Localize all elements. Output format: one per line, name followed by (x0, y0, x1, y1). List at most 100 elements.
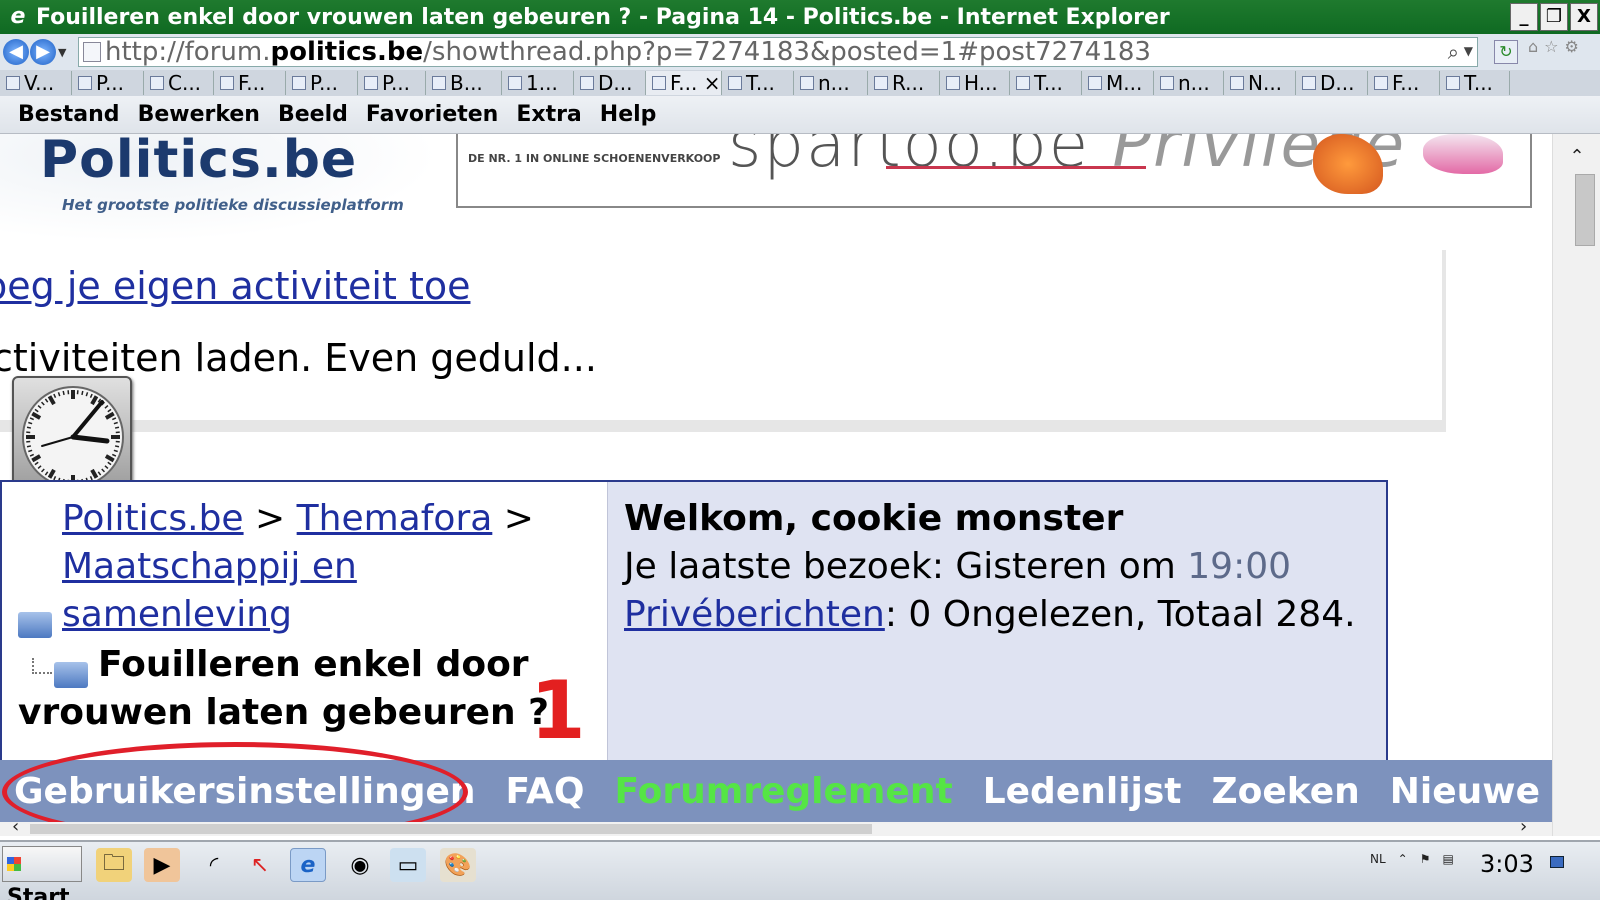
page-icon (508, 76, 522, 90)
favorite-label: R... (892, 71, 925, 95)
menu-favorieten[interactable]: Favorieten (366, 102, 498, 127)
favorite-label: P... (382, 71, 411, 95)
favorite-item[interactable]: V... (0, 71, 72, 95)
refresh-button[interactable]: ↻ (1494, 40, 1518, 64)
forward-button[interactable]: ▶ (30, 39, 56, 65)
media-player-icon[interactable]: ▶ (144, 848, 180, 882)
wiki-icon (946, 76, 960, 90)
menu-help[interactable]: Help (600, 102, 657, 127)
faq-link[interactable]: FAQ (506, 771, 585, 812)
favorite-item[interactable]: R... (868, 71, 940, 95)
breadcrumb-forum-link[interactable]: Themafora (297, 498, 493, 539)
favorite-item[interactable]: F... × (646, 71, 722, 95)
tray-expand-icon[interactable]: ⌃ (1398, 852, 1408, 866)
menu-beeld[interactable]: Beeld (278, 102, 348, 127)
scroll-up-icon[interactable]: ⌃ (1553, 146, 1600, 167)
favorite-label: T... (1034, 71, 1063, 95)
breadcrumb-root-link[interactable]: Politics.be (62, 498, 244, 539)
breadcrumb-subforum-link-part1[interactable]: Maatschappij en (62, 546, 357, 587)
page-icon (728, 76, 742, 90)
minimize-button[interactable]: _ (1510, 3, 1538, 31)
paint-icon[interactable]: 🎨 (440, 848, 476, 882)
close-button[interactable]: X (1570, 3, 1598, 31)
history-dropdown-icon[interactable]: ▼ (58, 46, 66, 59)
taskbar-clock[interactable]: 3:03 (1480, 850, 1534, 878)
o-icon (1230, 76, 1244, 90)
clock-gadget[interactable] (12, 376, 132, 496)
add-activity-link[interactable]: oeg je eigen activiteit toe (0, 264, 470, 308)
horizontal-scroll-thumb[interactable] (30, 824, 872, 834)
start-button[interactable]: Start (2, 846, 82, 900)
webcam-icon[interactable]: ◉ (342, 848, 378, 882)
restore-button[interactable]: ❐ (1540, 3, 1568, 31)
favorite-item[interactable]: T... (1010, 71, 1082, 95)
favorite-label: F... (1392, 71, 1420, 95)
new-posts-link[interactable]: Nieuwe berichten (1390, 771, 1552, 812)
favorite-item[interactable]: n... (794, 71, 868, 95)
page-icon (6, 76, 20, 90)
page-viewport: Politics.be Het grootste politieke discu… (0, 134, 1552, 836)
banner-brand-name: spartoo.be (728, 134, 1091, 182)
favorite-item[interactable]: n... (1154, 71, 1224, 95)
search-link[interactable]: Zoeken (1212, 771, 1360, 812)
favorite-item[interactable]: D... (1296, 71, 1368, 95)
favorite-item[interactable]: P... (286, 71, 358, 95)
horizontal-scrollbar[interactable]: ‹ › (0, 816, 1552, 836)
scroll-right-icon[interactable]: › (1520, 816, 1527, 836)
site-logo[interactable]: Politics.be (40, 134, 357, 190)
notepad-icon[interactable]: ▭ (390, 848, 426, 882)
network-icon[interactable]: ◜ (196, 848, 232, 882)
favorites-star-icon[interactable]: ☆ (1544, 37, 1558, 56)
start-label: Start (7, 885, 70, 900)
ad-banner[interactable]: spartoo.be Privilege DE NR. 1 IN ONLINE … (456, 134, 1532, 208)
favorite-item[interactable]: D... (574, 71, 646, 95)
action-center-flag-icon[interactable]: ⚑ (1420, 852, 1431, 866)
favorite-item[interactable]: F... (214, 71, 286, 95)
members-list-link[interactable]: Ledenlijst (983, 771, 1182, 812)
private-messages: Privéberichten: 0 Ongelezen, Totaal 284. (624, 594, 1356, 635)
favorite-item[interactable]: C... (144, 71, 214, 95)
favorite-item[interactable]: M... (1082, 71, 1154, 95)
address-dropdown-icon[interactable]: ▼ (1464, 44, 1473, 58)
vertical-scrollbar[interactable]: ⌃ (1552, 134, 1600, 836)
menu-bewerken[interactable]: Bewerken (138, 102, 260, 127)
menu-bestand[interactable]: Bestand (18, 102, 120, 127)
favorite-item[interactable]: N... (1224, 71, 1296, 95)
big-mouse-icon[interactable]: ↖ (242, 848, 278, 882)
favorite-item[interactable]: P... (358, 71, 426, 95)
favorite-item[interactable]: T... (722, 71, 794, 95)
network-tray-icon[interactable]: ▤ (1443, 852, 1454, 866)
favorite-label: B... (450, 71, 483, 95)
address-input[interactable]: http://forum. politics.be/showthread.php?… (78, 37, 1478, 67)
wiki-icon (1374, 76, 1388, 90)
back-button[interactable]: ◀ (3, 39, 29, 65)
private-messages-link[interactable]: Privéberichten (624, 594, 885, 635)
favorite-item[interactable]: H... (940, 71, 1010, 95)
favorite-item[interactable]: F... (1368, 71, 1440, 95)
settings-gear-icon[interactable]: ⚙ (1565, 37, 1579, 56)
favorite-item[interactable]: B... (426, 71, 502, 95)
internet-explorer-icon[interactable]: e (290, 848, 326, 882)
breadcrumb-subforum-link-part2[interactable]: samenleving (62, 594, 292, 635)
show-desktop-icon[interactable] (1550, 856, 1564, 868)
tree-connector (32, 658, 52, 674)
scroll-left-icon[interactable]: ‹ (12, 816, 19, 836)
vertical-scroll-thumb[interactable] (1575, 174, 1595, 246)
site-logo-area[interactable]: Politics.be Het grootste politieke discu… (0, 134, 440, 242)
explorer-folder-icon[interactable]: 🗀 (96, 848, 132, 882)
language-indicator[interactable]: NL (1370, 852, 1386, 866)
search-icon[interactable]: ⌕ (1448, 40, 1459, 64)
favorite-label: P... (310, 71, 339, 95)
menu-extra[interactable]: Extra (516, 102, 581, 127)
folder-icon (18, 612, 52, 638)
navigation-table: Politics.be > Themafora > Maatschappij e… (0, 480, 1388, 762)
forum-rules-link[interactable]: Forumreglement (614, 771, 952, 812)
favorite-item[interactable]: T... (1440, 71, 1510, 95)
home-icon[interactable]: ⌂ (1528, 37, 1538, 56)
taskbar: Start 🗀 ▶ ◜ ↖ e ◉ ▭ 🎨 NL ⌃ ⚑ ▤ 3:03 (0, 840, 1600, 900)
pink-shoe-image (1423, 134, 1503, 174)
favorite-label: n... (818, 71, 850, 95)
favorite-item[interactable]: 1... (502, 71, 574, 95)
favorite-item[interactable]: P... (72, 71, 144, 95)
ie-icon (150, 76, 164, 90)
